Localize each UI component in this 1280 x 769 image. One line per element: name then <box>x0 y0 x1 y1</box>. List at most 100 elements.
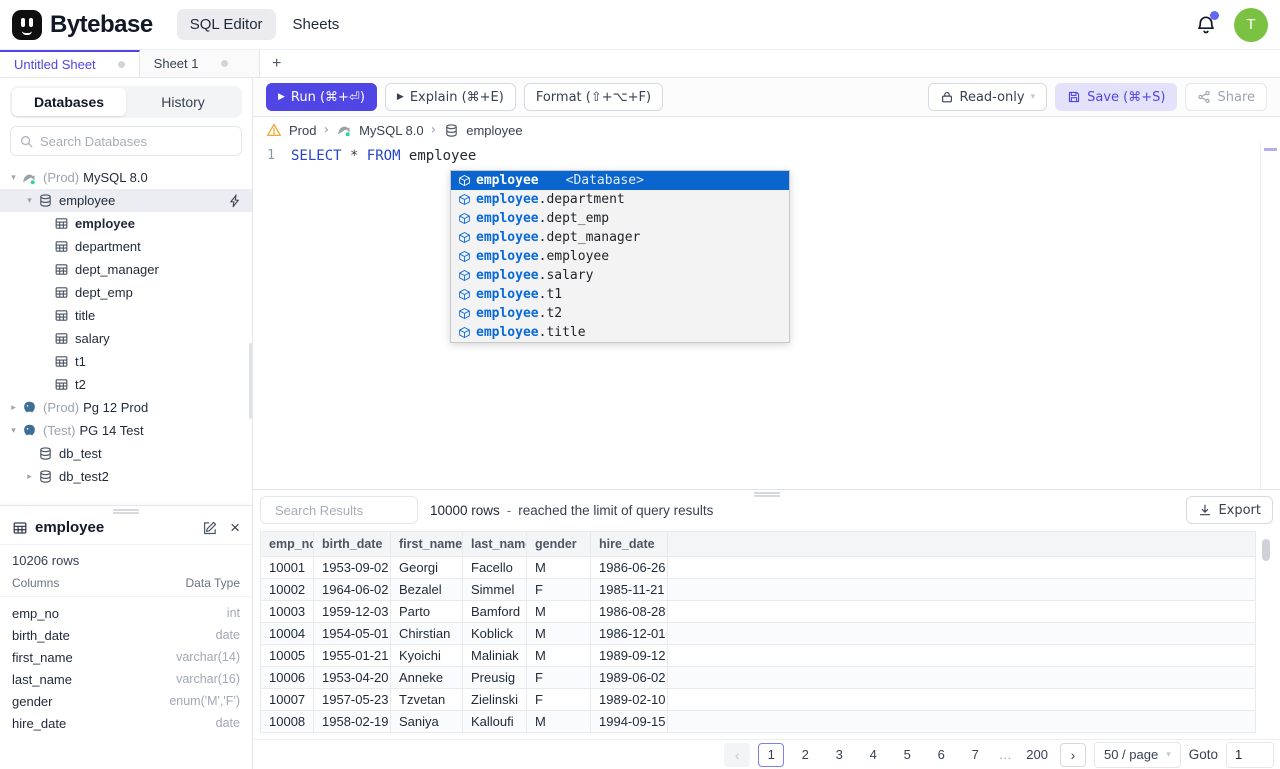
column-header-birth_date[interactable]: birth_date <box>313 531 391 557</box>
tree-node-employee[interactable]: ▾ employee <box>0 189 252 212</box>
autocomplete-item[interactable]: employee.dept_manager <box>451 228 789 247</box>
save-button[interactable]: Save (⌘+S) <box>1055 83 1178 111</box>
notification-badge <box>1210 10 1219 20</box>
page-button-6[interactable]: 6 <box>928 743 954 767</box>
nav-sql-editor[interactable]: SQL Editor <box>176 9 276 40</box>
tree-node-mysql-8-0[interactable]: ▾ (Prod) MySQL 8.0 <box>0 166 252 189</box>
caret-down-icon[interactable]: ▾ <box>6 426 21 436</box>
explain-button[interactable]: ▶ Explain (⌘+E) <box>384 83 516 111</box>
tree-node-title[interactable]: title <box>0 304 252 327</box>
tab-history[interactable]: History <box>126 88 240 116</box>
results-resize-handle[interactable] <box>753 492 780 497</box>
tab-untitled-sheet[interactable]: Untitled Sheet <box>0 50 140 77</box>
editor-minimap[interactable] <box>1260 143 1280 489</box>
tab-sheet-1[interactable]: Sheet 1 <box>139 50 260 77</box>
bolt-icon[interactable] <box>228 193 242 208</box>
page-size-select[interactable]: 50 / page ▾ <box>1093 741 1181 768</box>
schema-panel-resize-handle[interactable] <box>113 509 139 514</box>
page-button-200[interactable]: 200 <box>1022 743 1052 767</box>
column-header-last_name[interactable]: last_name <box>462 531 527 557</box>
table-icon <box>53 354 69 370</box>
autocomplete-item[interactable]: employee.salary <box>451 266 789 285</box>
format-button[interactable]: Format (⇧+⌥+F) <box>523 83 664 111</box>
table-cell: 10003 <box>260 600 314 623</box>
breadcrumb-database[interactable]: employee <box>466 123 522 138</box>
autocomplete-item[interactable]: employee.dept_emp <box>451 209 789 228</box>
table-cell: Bezalel <box>390 578 463 601</box>
caret-right-icon[interactable]: ▸ <box>22 472 37 482</box>
sql-editor[interactable]: 1 SELECT * FROM employee employee <Databa… <box>253 143 1280 489</box>
autocomplete-item[interactable]: employee.employee <box>451 247 789 266</box>
tree-node-dept-emp[interactable]: dept_emp <box>0 281 252 304</box>
chevron-down-icon: ▾ <box>1030 92 1036 102</box>
breadcrumb-instance[interactable]: MySQL 8.0 <box>359 123 424 138</box>
share-button[interactable]: Share <box>1185 83 1267 111</box>
database-search[interactable] <box>10 126 242 156</box>
table-row[interactable]: 10008 1958-02-19 Saniya Kalloufi M 1994-09-15 <box>260 710 1256 733</box>
table-row[interactable]: 10003 1959-12-03 Parto Bamford M 1986-08-28 <box>260 600 1256 623</box>
tree-node-label: MySQL 8.0 <box>83 170 148 185</box>
table-row[interactable]: 10006 1953-04-20 Anneke Preusig F 1989-06-02 <box>260 666 1256 689</box>
run-button[interactable]: ▶ Run (⌘+⏎) <box>266 83 377 111</box>
table-row[interactable]: 10005 1955-01-21 Kyoichi Maliniak M 1989-09-1… <box>260 644 1256 667</box>
sidebar-scrollbar[interactable] <box>249 343 252 419</box>
notification-bell-button[interactable] <box>1194 10 1219 37</box>
page-button-4[interactable]: 4 <box>860 743 886 767</box>
caret-right-icon[interactable]: ▸ <box>6 403 21 413</box>
prev-page-button[interactable]: ‹ <box>724 742 751 767</box>
tree-node-salary[interactable]: salary <box>0 327 252 350</box>
column-header-first_name[interactable]: first_name <box>390 531 463 557</box>
page-button-1[interactable]: 1 <box>758 742 785 767</box>
tree-node-department[interactable]: department <box>0 235 252 258</box>
column-header-emp_no[interactable]: emp_no <box>260 531 314 557</box>
tree-node-label: title <box>75 308 96 323</box>
page-button-3[interactable]: 3 <box>826 743 852 767</box>
avatar[interactable]: T <box>1234 7 1268 42</box>
table-cell: 1986-08-28 <box>590 600 668 623</box>
table-row[interactable]: 10002 1964-06-02 Bezalel Simmel F 1985-11-21 <box>260 578 1256 601</box>
database-search-input[interactable] <box>40 133 233 149</box>
readonly-mode-select[interactable]: Read-only ▾ <box>927 83 1048 111</box>
results-search[interactable] <box>260 496 451 524</box>
autocomplete-item[interactable]: employee.t1 <box>451 285 789 304</box>
results-scrollbar[interactable] <box>1262 539 1270 561</box>
goto-page-input[interactable] <box>1226 741 1274 768</box>
table-row[interactable]: 10007 1957-05-23 Tzvetan Zielinski F 1989-02-… <box>260 688 1256 711</box>
caret-down-icon[interactable]: ▾ <box>22 196 37 206</box>
results-search-input[interactable] <box>275 502 451 518</box>
autocomplete-item-selected[interactable]: employee <Database> <box>451 171 789 190</box>
autocomplete-item[interactable]: employee.t2 <box>451 304 789 323</box>
table-cell: Kyoichi <box>390 644 463 667</box>
edit-table-button[interactable] <box>202 520 218 536</box>
page-button-2[interactable]: 2 <box>792 743 818 767</box>
caret-down-icon[interactable]: ▾ <box>6 173 21 183</box>
column-header-hire_date[interactable]: hire_date <box>590 531 668 557</box>
nav-sheets[interactable]: Sheets <box>280 9 353 40</box>
table-cell-filler <box>667 556 1256 579</box>
table-row[interactable]: 10001 1953-09-02 Georgi Facello M 1986-06-26 <box>260 556 1256 579</box>
tree-node-db-test[interactable]: db_test <box>0 442 252 465</box>
tree-node-dept-manager[interactable]: dept_manager <box>0 258 252 281</box>
close-panel-button[interactable]: × <box>230 519 240 536</box>
breadcrumb-environment[interactable]: Prod <box>289 123 316 138</box>
tree-node-t1[interactable]: t1 <box>0 350 252 373</box>
bytebase-logo[interactable]: Bytebase <box>12 9 153 40</box>
next-page-button[interactable]: › <box>1059 742 1086 767</box>
environment-prefix: (Test) <box>43 423 76 438</box>
tree-node-pg-14-test[interactable]: ▾ (Test) PG 14 Test <box>0 419 252 442</box>
page-button-5[interactable]: 5 <box>894 743 920 767</box>
autocomplete-item[interactable]: employee.title <box>451 323 789 342</box>
table-object-icon <box>457 269 471 283</box>
export-button[interactable]: Export <box>1186 496 1273 524</box>
column-header-gender[interactable]: gender <box>526 531 591 557</box>
tree-node-employee[interactable]: employee <box>0 212 252 235</box>
tree-node-pg-12-prod[interactable]: ▸ (Prod) Pg 12 Prod <box>0 396 252 419</box>
tab-databases[interactable]: Databases <box>12 88 126 116</box>
page-button-7[interactable]: 7 <box>962 743 988 767</box>
table-cell: 1989-02-10 <box>590 688 668 711</box>
new-sheet-button[interactable]: + <box>260 50 294 77</box>
table-row[interactable]: 10004 1954-05-01 Chirstian Koblick M 1986-12-… <box>260 622 1256 645</box>
tree-node-db-test2[interactable]: ▸ db_test2 <box>0 465 252 488</box>
tree-node-t2[interactable]: t2 <box>0 373 252 396</box>
autocomplete-item[interactable]: employee.department <box>451 190 789 209</box>
